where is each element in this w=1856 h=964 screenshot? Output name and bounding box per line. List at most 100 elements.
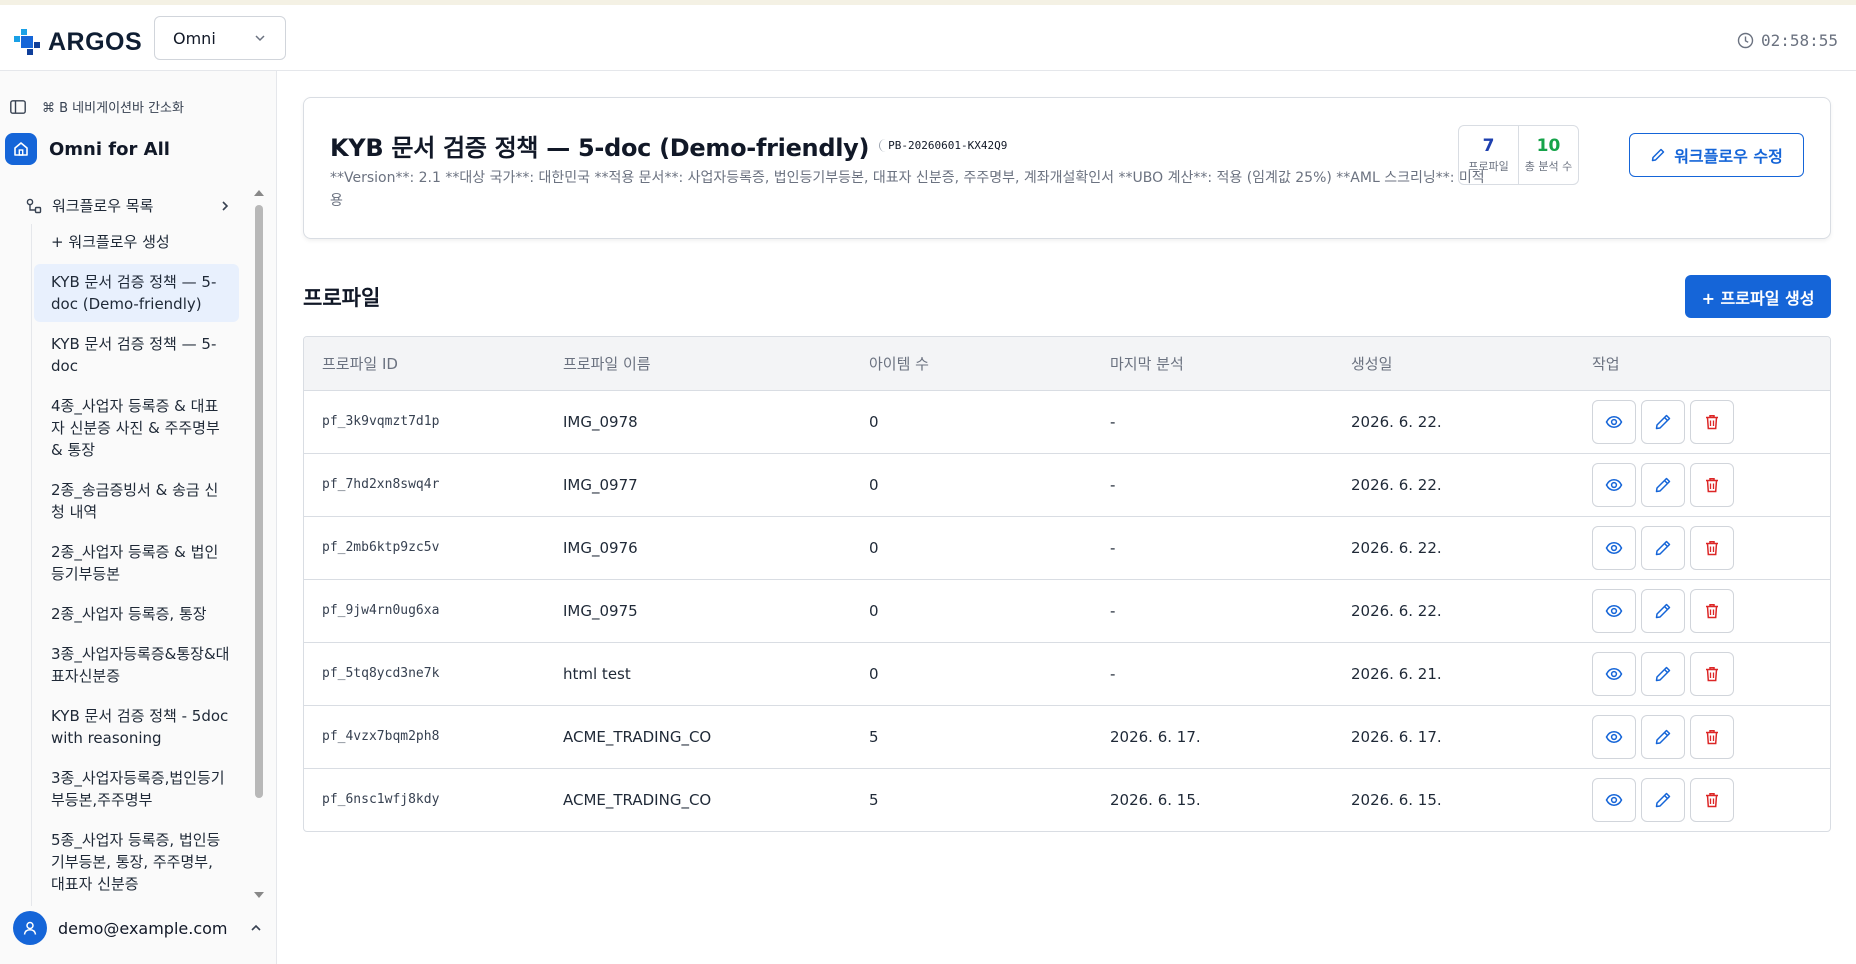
clock-icon	[1737, 32, 1754, 49]
scroll-up-arrow[interactable]	[254, 190, 264, 196]
table-row[interactable]: pf_9jw4rn0ug6xa IMG_0975 0 - 2026. 6. 22.	[304, 579, 1830, 642]
pencil-icon	[1655, 414, 1671, 429]
edit-profile-button[interactable]	[1641, 651, 1685, 696]
eye-icon	[1605, 541, 1623, 554]
workflow-item[interactable]: KYB 문서 검증 정책 - 5doc with reasoning	[34, 698, 239, 756]
delete-profile-button[interactable]	[1690, 777, 1734, 822]
profile-item-count: 0	[869, 538, 879, 557]
trash-icon	[1706, 477, 1718, 492]
stat-value: 7	[1482, 136, 1495, 156]
column-header: 마지막 분석	[1110, 354, 1184, 373]
edit-profile-button[interactable]	[1641, 777, 1685, 822]
delete-profile-button[interactable]	[1690, 588, 1734, 633]
profile-name: IMG_0976	[563, 538, 638, 557]
workflow-item[interactable]: 2종_송금증빙서 & 송금 신청 내역	[34, 472, 239, 530]
profile-last-analysis: -	[1110, 538, 1116, 557]
table-header-row: 프로파일 ID 프로파일 이름 아이템 수 마지막 분석 생성일 작업	[304, 337, 1830, 390]
profile-id: pf_9jw4rn0ug6xa	[322, 603, 440, 618]
stat-label: 총 분석 수	[1524, 160, 1573, 173]
delete-profile-button[interactable]	[1690, 714, 1734, 759]
edit-workflow-button[interactable]: 워크플로우 수정	[1629, 133, 1804, 177]
stat-profiles: 7 프로파일	[1459, 126, 1518, 184]
profile-name: IMG_0978	[563, 412, 638, 431]
edit-profile-button[interactable]	[1641, 714, 1685, 759]
profile-id: pf_6nsc1wfj8kdy	[322, 792, 440, 808]
sidebar: ⌘ B 네비게이션바 간소화 Omni for All 워크플로우 목록 + 워…	[0, 71, 277, 964]
eye-icon	[1605, 415, 1623, 428]
home-button[interactable]	[5, 133, 37, 165]
edit-profile-button[interactable]	[1641, 462, 1685, 507]
profile-created-date: 2026. 6. 22.	[1351, 601, 1442, 620]
edit-profile-button[interactable]	[1641, 525, 1685, 570]
profile-created-date: 2026. 6. 22.	[1351, 538, 1442, 557]
view-profile-button[interactable]	[1592, 588, 1636, 633]
view-profile-button[interactable]	[1592, 651, 1636, 696]
view-profile-button[interactable]	[1592, 714, 1636, 759]
top-bar: ARGOS Omni 02:58:55	[0, 0, 1856, 71]
delete-profile-button[interactable]	[1690, 651, 1734, 696]
profile-name: ACME_TRADING_CO	[563, 727, 712, 746]
argos-logo[interactable]: ARGOS	[12, 27, 142, 57]
profile-actions	[1574, 579, 1830, 642]
pencil-icon	[1655, 729, 1671, 744]
home-label: Omni for All	[49, 138, 170, 160]
view-profile-button[interactable]	[1592, 399, 1636, 444]
delete-profile-button[interactable]	[1690, 399, 1734, 444]
workflow-list-header[interactable]: 워크플로우 목록	[26, 195, 232, 216]
column-header: 아이템 수	[869, 354, 929, 373]
workflow-item[interactable]: 4종_사업자 등록증 & 대표자 신분증 사진 & 주주명부 & 통장	[34, 388, 239, 468]
profile-id: pf_4vzx7bqm2ph8	[322, 729, 440, 744]
sidebar-scrollbar[interactable]	[254, 190, 264, 898]
scroll-thumb[interactable]	[255, 205, 263, 798]
eye-icon	[1605, 667, 1623, 680]
profile-actions	[1574, 390, 1830, 453]
workflow-item[interactable]: KYB 문서 검증 정책 — 5-doc	[34, 326, 239, 384]
workflow-item[interactable]: 5종_사업자 등록증, 법인등기부등본, 통장, 주주명부, 대표자 신분증	[34, 822, 239, 902]
table-row[interactable]: pf_2mb6ktp9zc5v IMG_0976 0 - 2026. 6. 22.	[304, 516, 1830, 579]
edit-workflow-label: 워크플로우 수정	[1674, 147, 1783, 166]
workflow-item[interactable]: 3종_사업자등록증,법인등기부등본,주주명부	[34, 760, 239, 818]
create-profile-button[interactable]: + 프로파일 생성	[1685, 275, 1831, 318]
trash-icon	[1706, 603, 1718, 618]
scroll-down-arrow[interactable]	[254, 892, 264, 898]
create-workflow-link[interactable]: + 워크플로우 생성	[34, 224, 239, 260]
argos-logo-icon	[14, 29, 40, 55]
table-row[interactable]: pf_6nsc1wfj8kdy ACME_TRADING_CO 5 2026. 6. …	[304, 768, 1830, 831]
delete-profile-button[interactable]	[1690, 525, 1734, 570]
sidebar-collapse-toggle[interactable]: ⌘ B 네비게이션바 간소화	[10, 97, 184, 116]
user-email: demo@example.com	[58, 918, 228, 938]
user-menu[interactable]: demo@example.com	[13, 911, 263, 945]
sidebar-collapse-label: ⌘ B 네비게이션바 간소화	[42, 101, 184, 116]
pencil-icon	[1655, 666, 1671, 681]
profile-created-date: 2026. 6. 22.	[1351, 475, 1442, 494]
column-header: 프로파일 이름	[563, 354, 651, 373]
profile-actions	[1574, 516, 1830, 579]
table-row[interactable]: pf_3k9vqmzt7d1p IMG_0978 0 - 2026. 6. 22.	[304, 390, 1830, 453]
profile-item-count: 0	[869, 601, 879, 620]
trash-icon	[1706, 414, 1718, 429]
workflow-item[interactable]: 2종_사업자 등록증 & 법인등기부등본	[34, 534, 239, 592]
workflow-item[interactable]: 2종_사업자 등록증, 통장	[34, 596, 239, 632]
workflow-item[interactable]: KYB 문서 검증 정책 — 5-doc (Demo-friendly)	[34, 264, 239, 322]
stat-label: 프로파일	[1468, 160, 1509, 173]
profile-actions	[1574, 705, 1830, 768]
view-profile-button[interactable]	[1592, 525, 1636, 570]
sidebar-home[interactable]: Omni for All	[5, 133, 170, 165]
view-profile-button[interactable]	[1592, 777, 1636, 822]
table-row[interactable]: pf_4vzx7bqm2ph8 ACME_TRADING_CO 5 2026. 6. …	[304, 705, 1830, 768]
pencil-icon	[1655, 477, 1671, 492]
column-header: 생성일	[1351, 354, 1393, 373]
table-row[interactable]: pf_5tq8ycd3ne7k html test 0 - 2026. 6. 21.	[304, 642, 1830, 705]
delete-profile-button[interactable]	[1690, 462, 1734, 507]
workflow-item[interactable]: 3종_사업자등록증&통장&대표자신분증	[34, 636, 239, 694]
view-profile-button[interactable]	[1592, 462, 1636, 507]
chevron-right-icon[interactable]	[218, 199, 232, 213]
profile-item-count: 0	[869, 412, 879, 431]
edit-profile-button[interactable]	[1641, 588, 1685, 633]
profile-created-date: 2026. 6. 15.	[1351, 790, 1442, 809]
chevron-down-icon	[255, 35, 265, 42]
chevron-up-icon[interactable]	[249, 921, 263, 935]
table-row[interactable]: pf_7hd2xn8swq4r IMG_0977 0 - 2026. 6. 22.	[304, 453, 1830, 516]
edit-profile-button[interactable]	[1641, 399, 1685, 444]
workspace-select[interactable]: Omni	[154, 16, 286, 60]
